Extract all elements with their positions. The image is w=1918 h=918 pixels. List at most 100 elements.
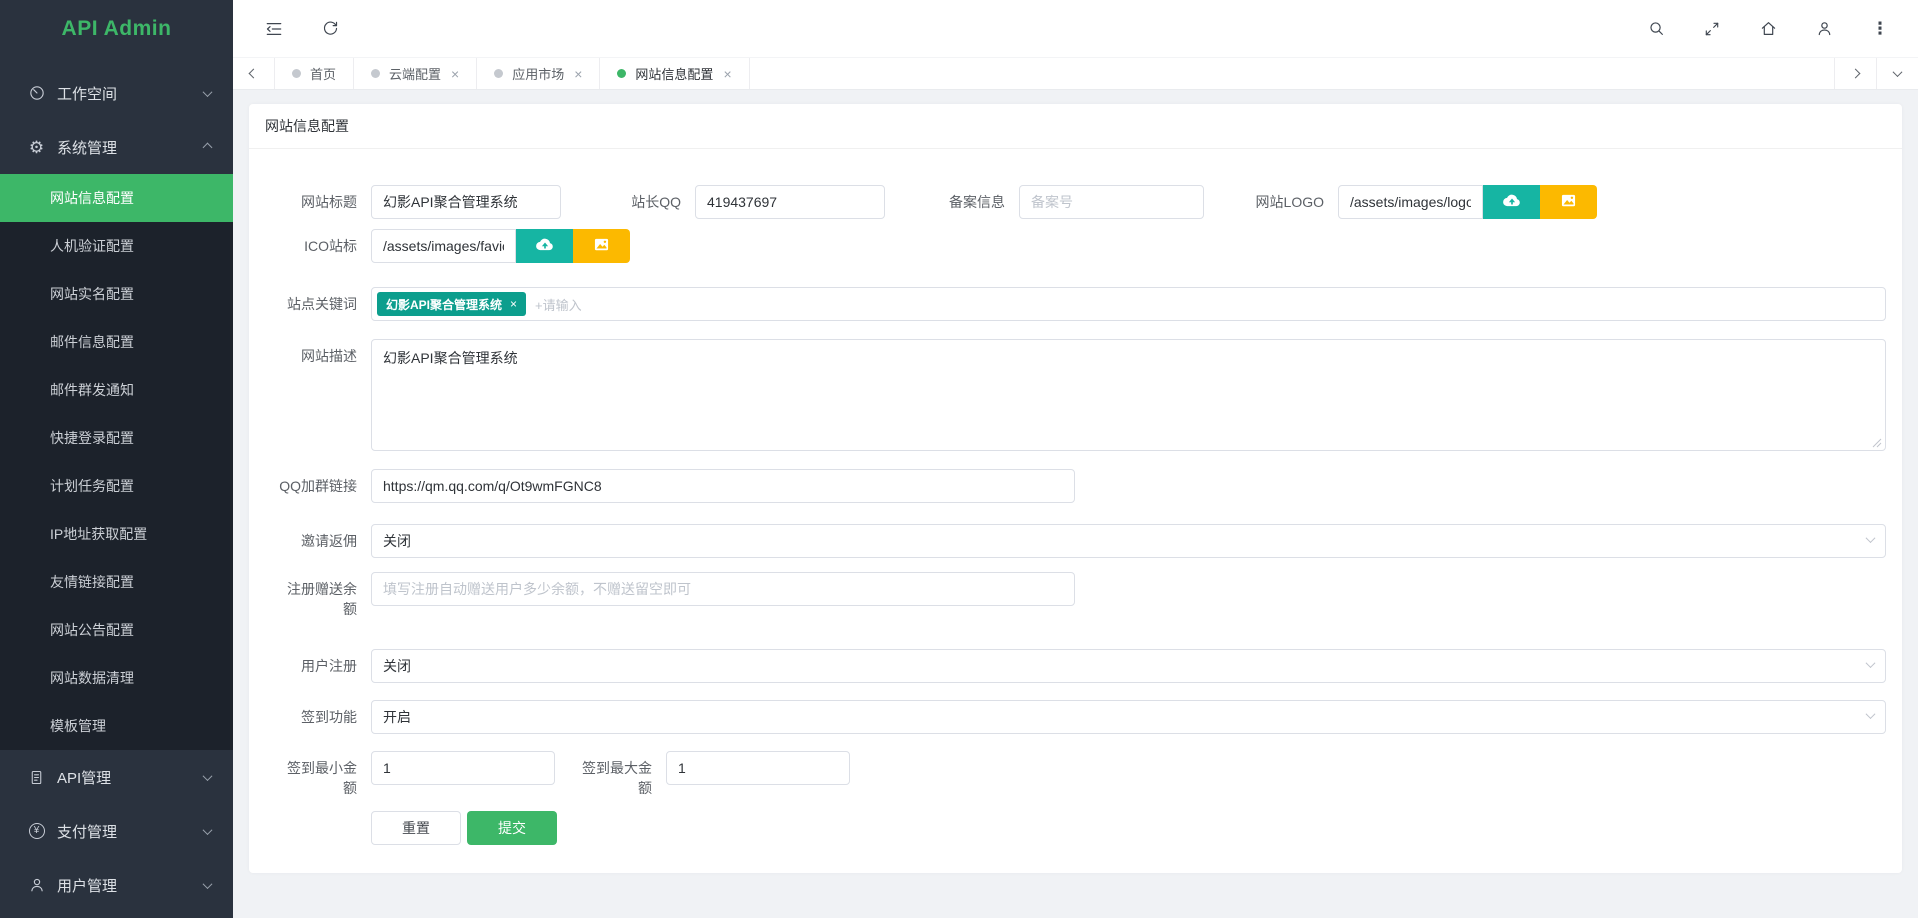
field-label: 用户注册	[277, 649, 357, 683]
signin-min-input[interactable]	[371, 751, 555, 785]
tab-dot	[617, 69, 626, 78]
fullscreen-icon[interactable]	[1702, 19, 1722, 39]
sidebar-item-system[interactable]: ⚙ 系统管理	[0, 120, 233, 174]
close-icon[interactable]: ×	[451, 66, 459, 82]
chevron-down-icon	[203, 771, 213, 781]
topbar-left	[264, 19, 340, 39]
sidebar-item-label: API管理	[57, 767, 111, 788]
content-area: 网站信息配置 网站标题 站长QQ 备案信息	[233, 90, 1918, 918]
sidebar-nav: 工作空间 ⚙ 系统管理 网站信息配置 人机验证配置 网站实名配置 邮件信息配置 …	[0, 57, 233, 912]
sidebar-subitem-captcha[interactable]: 人机验证配置	[0, 222, 233, 270]
refresh-icon[interactable]	[320, 19, 340, 39]
menu-fold-icon[interactable]	[264, 19, 284, 39]
dashboard-icon	[27, 84, 46, 103]
logo-path-input[interactable]	[1338, 185, 1483, 219]
tab-label: 应用市场	[512, 64, 564, 83]
invite-rebate-select[interactable]: 关闭	[371, 524, 1886, 558]
resize-handle-icon[interactable]	[1871, 435, 1882, 446]
beian-input[interactable]	[1019, 185, 1204, 219]
sidebar-subitem-quick-login[interactable]: 快捷登录配置	[0, 414, 233, 462]
tab-app-market[interactable]: 应用市场 ×	[477, 58, 600, 89]
keyword-tag[interactable]: 幻影API聚合管理系统 ×	[377, 292, 526, 316]
sidebar-subitem-friend-links[interactable]: 友情链接配置	[0, 558, 233, 606]
sidebar-subitem-realname[interactable]: 网站实名配置	[0, 270, 233, 318]
sidebar-item-label: 支付管理	[57, 821, 117, 842]
sidebar-subitem-ip[interactable]: IP地址获取配置	[0, 510, 233, 558]
home-icon[interactable]	[1758, 19, 1778, 39]
gear-icon: ⚙	[27, 138, 46, 157]
logo-upload-button[interactable]	[1483, 185, 1540, 219]
ico-image-button[interactable]	[573, 229, 630, 263]
sidebar-subitem-site-info[interactable]: 网站信息配置	[0, 174, 233, 222]
close-icon[interactable]: ×	[723, 66, 731, 82]
sidebar-item-payment[interactable]: ¥ 支付管理	[0, 804, 233, 858]
keywords-input[interactable]: 幻影API聚合管理系统 × +请输入	[371, 287, 1886, 321]
field-label: 网站描述	[277, 339, 357, 451]
sidebar-item-users[interactable]: 用户管理	[0, 858, 233, 912]
tab-label: 云端配置	[389, 64, 441, 83]
chevron-down-icon	[1893, 67, 1903, 77]
ico-path-input[interactable]	[371, 229, 516, 263]
sidebar-item-api[interactable]: API管理	[0, 750, 233, 804]
tab-label: 首页	[310, 64, 336, 83]
tab-label: 网站信息配置	[635, 64, 713, 83]
user-register-select[interactable]: 关闭	[371, 649, 1886, 683]
user-icon[interactable]	[1814, 19, 1834, 39]
ico-upload-button[interactable]	[516, 229, 573, 263]
select-value: 开启	[383, 707, 411, 727]
image-icon	[1558, 190, 1579, 214]
tabs-scroll-left-button[interactable]	[233, 58, 275, 89]
ico-input-group	[371, 229, 630, 263]
close-icon[interactable]: ×	[574, 66, 582, 82]
user-icon	[27, 876, 46, 895]
field-label: 站长QQ	[561, 185, 681, 219]
sidebar-subitem-mail-info[interactable]: 邮件信息配置	[0, 318, 233, 366]
site-info-card: 网站信息配置 网站标题 站长QQ 备案信息	[249, 104, 1902, 873]
chevron-down-icon	[203, 87, 213, 97]
tabs-menu-button[interactable]	[1876, 58, 1918, 89]
yuan-icon: ¥	[27, 822, 46, 841]
description-textarea[interactable]: 幻影API聚合管理系统	[371, 339, 1886, 451]
tab-dot	[494, 69, 503, 78]
logo-image-button[interactable]	[1540, 185, 1597, 219]
tab-dot	[292, 69, 301, 78]
main-column: ⋮ 首页 云端配置 × 应用市场 ×	[233, 0, 1918, 918]
sidebar-subitem-mail-bulk[interactable]: 邮件群发通知	[0, 366, 233, 414]
search-icon[interactable]	[1646, 19, 1666, 39]
sidebar-item-label: 用户管理	[57, 875, 117, 896]
site-title-input[interactable]	[371, 185, 561, 219]
sidebar: API Admin 工作空间 ⚙ 系统管理 网站信息配置	[0, 0, 233, 918]
reset-button[interactable]: 重置	[371, 811, 461, 845]
field-label: 签到最大金额	[572, 751, 652, 798]
tabbar: 首页 云端配置 × 应用市场 × 网站信息配置 ×	[233, 57, 1918, 90]
more-icon[interactable]: ⋮	[1870, 19, 1890, 39]
sidebar-subitem-data-clean[interactable]: 网站数据清理	[0, 654, 233, 702]
field-label: 邀请返佣	[277, 524, 357, 558]
sidebar-subitem-template[interactable]: 模板管理	[0, 702, 233, 750]
register-bonus-input[interactable]	[371, 572, 1075, 606]
keywords-placeholder: +请输入	[535, 295, 582, 314]
webmaster-qq-input[interactable]	[695, 185, 885, 219]
chevron-right-icon	[1851, 69, 1861, 79]
tab-cloud-config[interactable]: 云端配置 ×	[354, 58, 477, 89]
close-icon[interactable]: ×	[510, 297, 517, 311]
sidebar-subitem-announcement[interactable]: 网站公告配置	[0, 606, 233, 654]
submit-button[interactable]: 提交	[467, 811, 557, 845]
signin-toggle-select[interactable]: 开启	[371, 700, 1886, 734]
tab-home[interactable]: 首页	[275, 58, 354, 89]
chevron-down-icon	[203, 879, 213, 889]
chevron-down-icon	[1866, 658, 1876, 668]
select-value: 关闭	[383, 531, 411, 551]
sidebar-submenu: 网站信息配置 人机验证配置 网站实名配置 邮件信息配置 邮件群发通知 快捷登录配…	[0, 174, 233, 750]
topbar-right: ⋮	[1646, 19, 1890, 39]
qq-group-link-input[interactable]	[371, 469, 1075, 503]
sidebar-item-workspace[interactable]: 工作空间	[0, 66, 233, 120]
chevron-left-icon	[249, 69, 259, 79]
signin-max-input[interactable]	[666, 751, 850, 785]
tab-site-info-config[interactable]: 网站信息配置 ×	[600, 58, 749, 89]
field-label: QQ加群链接	[277, 469, 357, 503]
select-value: 关闭	[383, 656, 411, 676]
tabs-scroll-right-button[interactable]	[1834, 58, 1876, 89]
field-label: 签到功能	[277, 700, 357, 734]
sidebar-subitem-cron[interactable]: 计划任务配置	[0, 462, 233, 510]
